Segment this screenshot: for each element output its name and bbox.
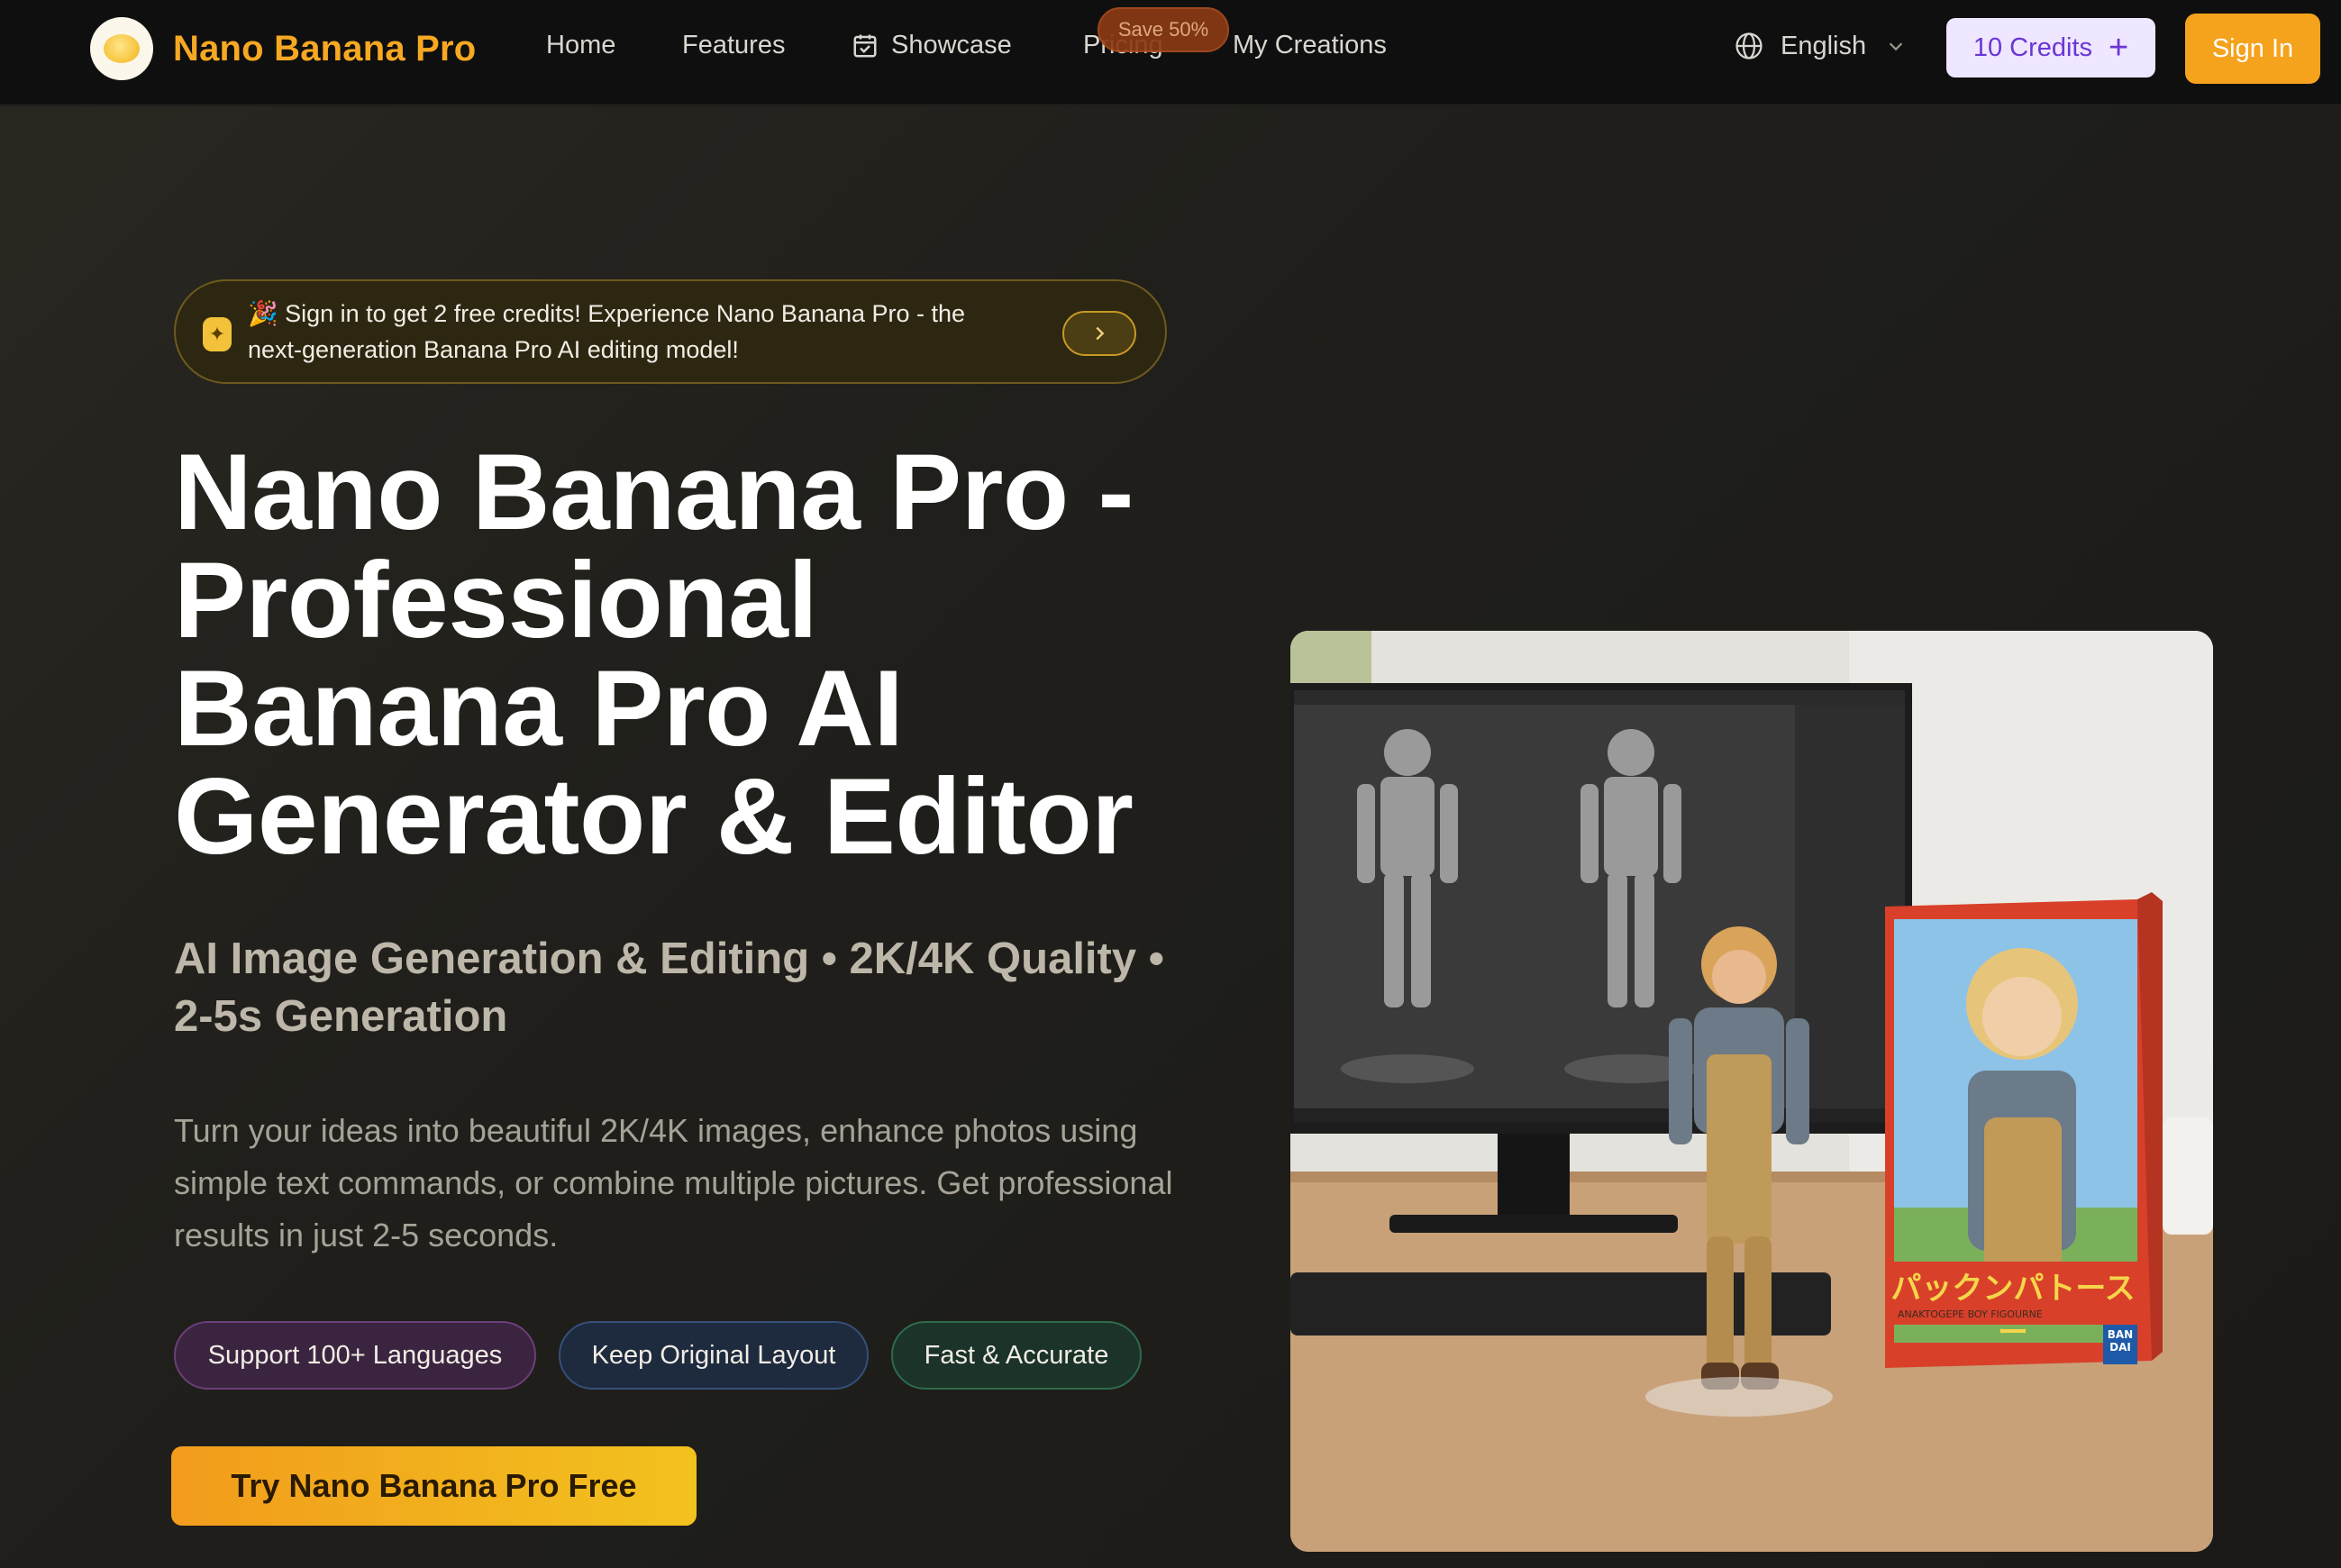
plus-icon: + (2108, 29, 2129, 67)
toy-box-caption: ANAKTOGEPE BOY FIGOURNE (1898, 1308, 2043, 1320)
chevron-down-icon (1889, 42, 1903, 51)
language-label: English (1781, 31, 1867, 60)
banana-logo-icon (90, 17, 153, 80)
feature-chip-languages: Support 100+ Languages (174, 1321, 536, 1390)
nav-link-features[interactable]: Features (682, 31, 785, 60)
announcement-banner[interactable]: ✦ 🎉 Sign in to get 2 free credits! Exper… (174, 279, 1167, 384)
announcement-text: 🎉 Sign in to get 2 free credits! Experie… (248, 300, 966, 363)
announcement-arrow-button[interactable] (1062, 311, 1136, 356)
toy-box-brand: BAN DAI (2107, 1328, 2134, 1354)
globe-icon (1735, 32, 1763, 59)
credits-button[interactable]: 10 Credits + (1946, 18, 2155, 77)
save-badge: Save 50% (1098, 7, 1229, 52)
hero-subtitle: AI Image Generation & Editing • 2K/4K Qu… (174, 934, 1164, 1041)
hero-description: Turn your ideas into beautiful 2K/4K ima… (174, 1112, 1173, 1253)
feature-chip-fast: Fast & Accurate (891, 1321, 1142, 1390)
calendar-grid-icon (853, 34, 877, 57)
nav-link-showcase[interactable]: Showcase (852, 31, 1012, 60)
brand-name: Nano Banana Pro (173, 28, 477, 68)
chevron-right-icon (1096, 326, 1105, 341)
feature-chip-layout: Keep Original Layout (559, 1321, 869, 1390)
hero-image-illustration (1290, 631, 2213, 1552)
top-navbar: Nano Banana Pro Home Features Showcase P… (0, 0, 2341, 105)
hero-title: Nano Banana Pro - Professional Banana Pr… (174, 432, 1134, 877)
toy-box-title: パックンパトースー (1890, 1271, 2136, 1351)
nav-link-my-creations[interactable]: My Creations (1233, 31, 1387, 60)
try-free-button[interactable]: Try Nano Banana Pro Free (171, 1446, 697, 1526)
credits-label: 10 Credits (1972, 32, 2092, 62)
sparkle-icon: ✦ (203, 317, 232, 351)
language-selector[interactable]: English (1734, 31, 1906, 61)
nav-link-showcase-label: Showcase (891, 31, 1012, 59)
brand-logo-link[interactable]: Nano Banana Pro (90, 17, 476, 80)
nav-link-home[interactable]: Home (546, 31, 615, 60)
sign-in-button[interactable]: Sign In (2185, 14, 2320, 84)
hero-image: パックンパトースー ANAKTOGEPE BOY FIGOURNE BAN DA… (1290, 631, 2213, 1552)
